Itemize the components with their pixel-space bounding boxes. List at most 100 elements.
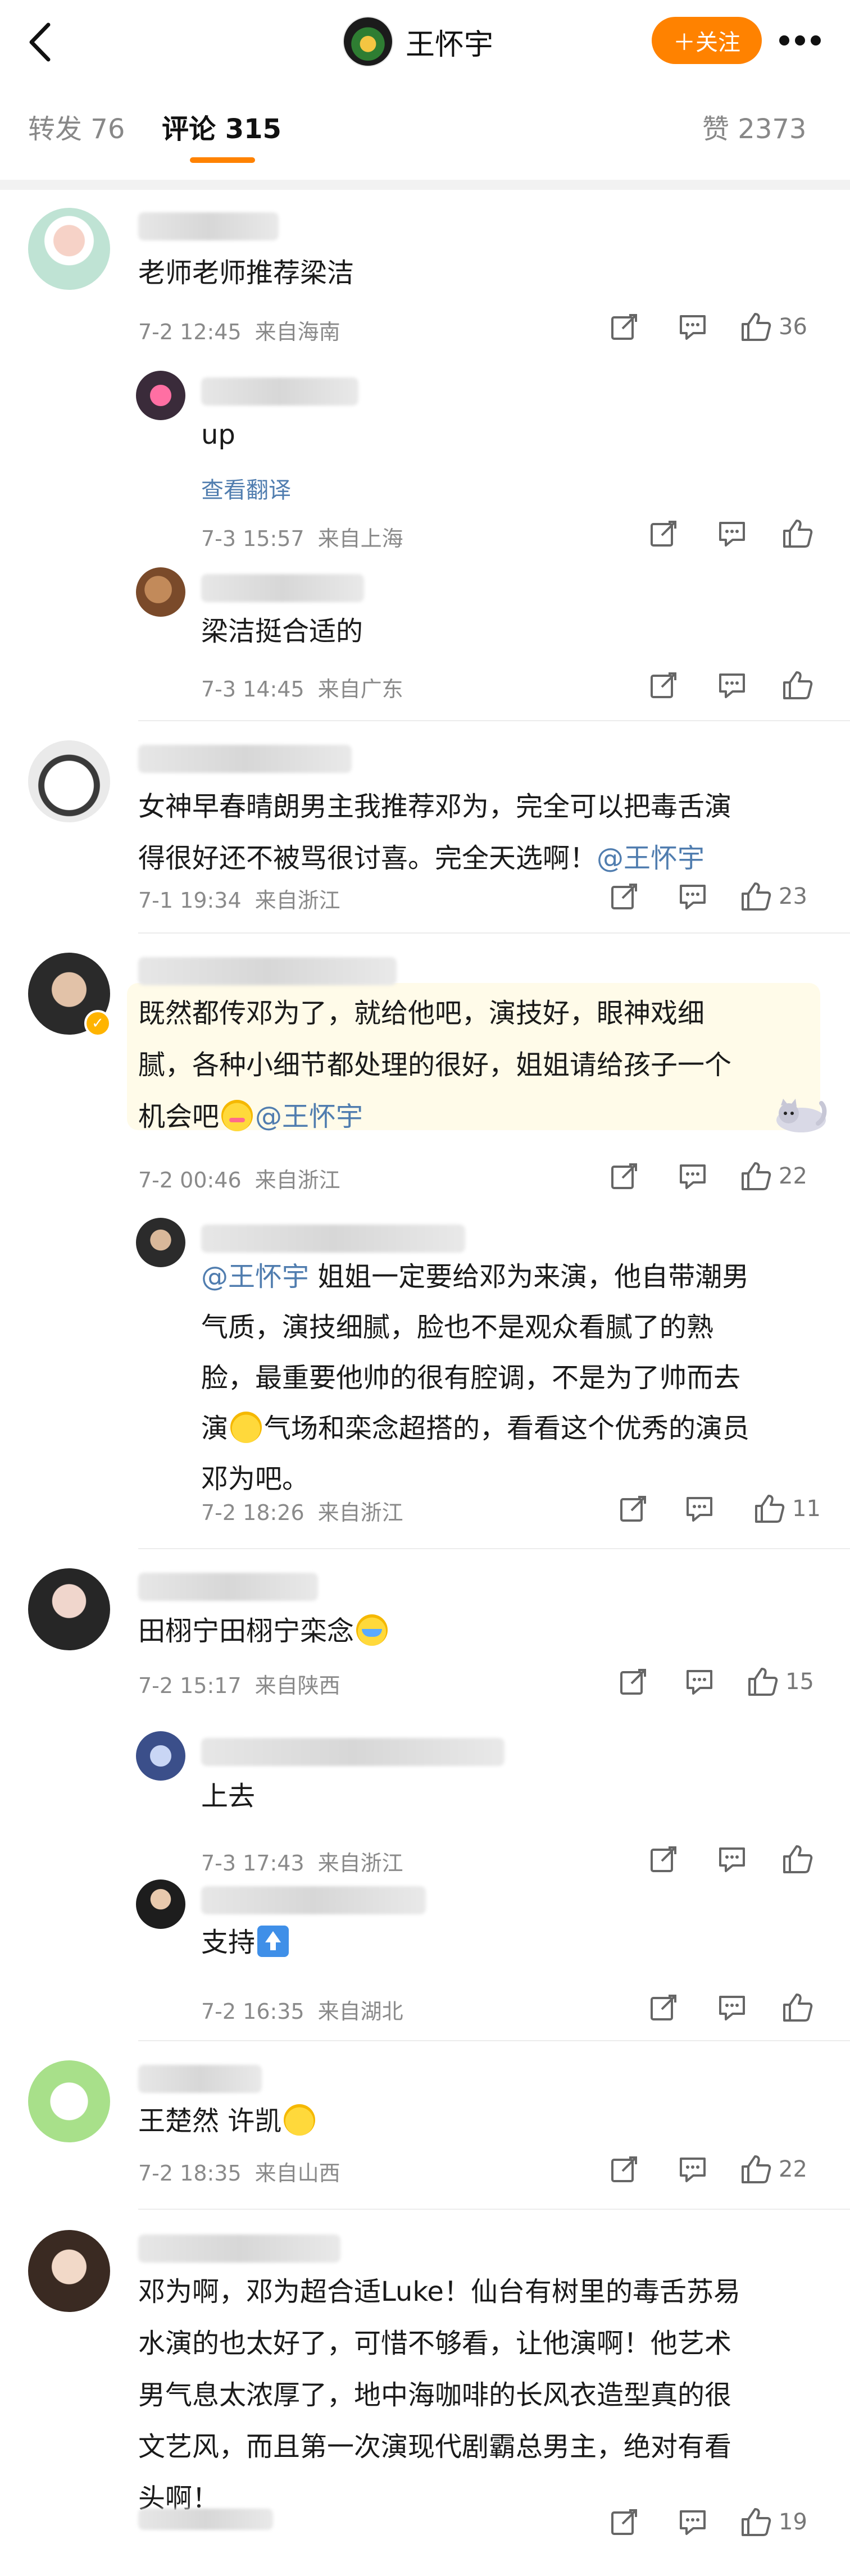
username-blurred[interactable]: [201, 1225, 465, 1253]
avatar[interactable]: [28, 740, 110, 822]
reply-time: 7-2 16:35: [201, 1999, 304, 2024]
username-blurred[interactable]: [201, 574, 364, 602]
avatar[interactable]: [136, 1731, 185, 1781]
like-button[interactable]: 23: [739, 880, 807, 913]
share-icon: [611, 884, 637, 909]
like-button[interactable]: [781, 1991, 813, 2024]
translate-link[interactable]: 查看翻译: [201, 472, 291, 504]
reply-button[interactable]: [676, 310, 709, 344]
share-button[interactable]: [608, 2152, 640, 2186]
reply-button[interactable]: [683, 1492, 716, 1526]
divider: [138, 2040, 850, 2041]
comment-meta: 7-2 15:17 来自陕西: [138, 1668, 340, 1699]
reply-location: 来自湖北: [317, 1999, 403, 2024]
comment-icon: [719, 522, 745, 547]
username-blurred[interactable]: [138, 1573, 318, 1601]
avatar[interactable]: [28, 2060, 110, 2142]
like-button[interactable]: [781, 517, 813, 550]
reply-text-line: 演: [201, 1413, 229, 1444]
tab-comments[interactable]: 评论 315: [162, 107, 281, 146]
comment-meta: 7-1 19:34 来自浙江: [138, 883, 340, 914]
reply-button[interactable]: [716, 1842, 748, 1876]
username-blurred[interactable]: [138, 745, 352, 773]
cat-sticker-icon: [776, 1099, 827, 1132]
mention-link[interactable]: @王怀宇: [597, 843, 704, 874]
like-count: 11: [792, 1496, 821, 1522]
mention-link[interactable]: @王怀宇: [255, 1101, 363, 1132]
avatar[interactable]: [136, 567, 185, 617]
reply-button[interactable]: [683, 1665, 716, 1699]
more-options-icon[interactable]: [772, 17, 828, 64]
mention-link[interactable]: @王怀宇: [201, 1261, 309, 1292]
reply-button[interactable]: [716, 1991, 748, 2024]
follow-button[interactable]: ＋关注: [652, 17, 762, 64]
reply-button[interactable]: [716, 668, 748, 702]
timestamp-blurred: [138, 2509, 273, 2530]
username-blurred[interactable]: [138, 2234, 340, 2263]
reply-button[interactable]: [676, 2505, 709, 2539]
username-blurred[interactable]: [138, 2065, 262, 2093]
tab-reposts[interactable]: 转发 76: [28, 107, 125, 146]
reply-meta: 7-3 14:45 来自广东: [201, 672, 403, 703]
avatar[interactable]: [28, 208, 110, 290]
reply-text: @王怀宇 姐姐一定要给邓为来演，他自带潮男 气质，演技细腻，脸也不是观众看腻了的…: [201, 1251, 813, 1504]
reply-button[interactable]: [676, 2152, 709, 2186]
profile-header[interactable]: 王怀宇: [343, 16, 493, 67]
like-button[interactable]: [781, 1842, 813, 1876]
share-button[interactable]: [647, 1991, 680, 2024]
comment-icon: [680, 2510, 706, 2535]
reply-text: 上去: [201, 1781, 256, 1812]
username-blurred[interactable]: [201, 1738, 504, 1766]
reply-text: 支持: [201, 1917, 813, 1968]
share-button[interactable]: [608, 1159, 640, 1193]
share-icon: [611, 314, 637, 340]
blush-emoji-icon: [221, 1100, 253, 1131]
like-button[interactable]: [781, 668, 813, 702]
username-blurred[interactable]: [201, 377, 358, 406]
reply-time: 7-2 18:26: [201, 1500, 304, 1525]
avatar[interactable]: [136, 1879, 185, 1929]
comment-time: 7-1 19:34: [138, 888, 242, 913]
reply-button[interactable]: [716, 517, 748, 550]
avatar[interactable]: [28, 2230, 110, 2312]
reply-button[interactable]: [676, 1159, 709, 1193]
like-button[interactable]: 19: [739, 2505, 807, 2539]
divider: [138, 2209, 850, 2210]
share-button[interactable]: [647, 1842, 680, 1876]
avatar[interactable]: [28, 1568, 110, 1650]
comment-text-line: 得很好还不被骂很讨喜。完全天选啊！@王怀宇: [138, 832, 812, 884]
share-button[interactable]: [617, 1492, 649, 1526]
like-button[interactable]: 11: [753, 1492, 821, 1526]
share-button[interactable]: [647, 517, 680, 550]
like-button[interactable]: 22: [739, 1159, 807, 1193]
avatar[interactable]: [343, 16, 393, 67]
avatar[interactable]: [136, 1218, 185, 1267]
comment-time: 7-2 18:35: [138, 2161, 242, 2186]
username-blurred[interactable]: [201, 1886, 426, 1914]
comment-text: 既然都传邓为了，就给他吧，演技好，眼神戏细 腻，各种小细节都处理的很好，姐姐请给…: [138, 987, 812, 1143]
reply-button[interactable]: [676, 880, 709, 913]
thumbs-up-icon: [742, 2155, 771, 2183]
comment-icon: [680, 315, 706, 340]
username-blurred[interactable]: [138, 212, 279, 240]
tab-likes[interactable]: 赞 2373: [702, 107, 806, 146]
thumbs-up-icon: [742, 882, 771, 911]
avatar[interactable]: [136, 371, 185, 420]
username-blurred[interactable]: [138, 957, 397, 985]
reply-location: 来自广东: [317, 677, 403, 702]
comment-location: 来自陕西: [254, 1673, 340, 1698]
share-button[interactable]: [647, 668, 680, 702]
like-count: 22: [779, 2156, 807, 2182]
like-button[interactable]: 15: [746, 1665, 814, 1699]
share-button[interactable]: [608, 880, 640, 913]
like-count: 19: [779, 2509, 807, 2535]
like-button[interactable]: 36: [739, 310, 807, 344]
comment-text: 王楚然 许凯: [138, 2095, 812, 2147]
share-button[interactable]: [608, 2505, 640, 2539]
back-arrow-icon[interactable]: [17, 17, 67, 67]
share-button[interactable]: [617, 1665, 649, 1699]
like-button[interactable]: 22: [739, 2152, 807, 2186]
share-button[interactable]: [608, 310, 640, 344]
reply-meta: 7-3 15:57 来自上海: [201, 521, 403, 552]
thumbs-up-icon: [748, 1668, 778, 1696]
